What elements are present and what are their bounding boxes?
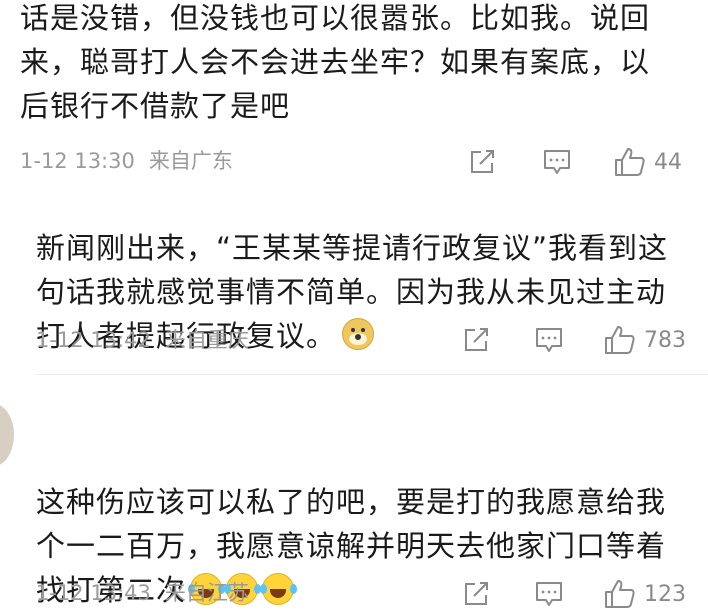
divider [36, 374, 708, 375]
share-button[interactable] [468, 148, 496, 176]
share-button[interactable] [462, 326, 490, 354]
comment-icon [536, 582, 562, 606]
comment-icon [544, 150, 570, 174]
share-button[interactable] [462, 580, 490, 608]
avatar[interactable] [0, 404, 14, 466]
like-button[interactable]: 44 [614, 147, 682, 177]
comment-button[interactable] [534, 580, 564, 608]
comment-feed: 话是没错，但没钱也可以很嚣张。比如我。说回 来，聪哥打人会不会进去坐牢？如果有案… [0, 0, 708, 616]
comment-button[interactable] [534, 326, 564, 354]
comment-meta: 1-12 13:42 来自重庆 [36, 325, 249, 355]
comment-time: 1-12 13:43 [36, 581, 151, 605]
doge-emoji [342, 318, 375, 350]
comment-source: 来自广东 [148, 149, 233, 173]
comment-time: 1-12 13:30 [20, 149, 135, 173]
comment-actions: 783 [462, 322, 686, 358]
laughing-tears-emoji [260, 573, 295, 605]
share-icon [465, 582, 488, 605]
comment-actions: 44 [468, 144, 682, 180]
thumbs-up-icon [615, 148, 645, 176]
comment-icon [536, 328, 562, 352]
comment-meta: 1-12 13:30 来自广东 [20, 146, 233, 176]
thumbs-up-icon [605, 580, 635, 608]
comment-time: 1-12 13:42 [36, 328, 151, 352]
comment-button[interactable] [542, 148, 572, 176]
share-icon [471, 150, 494, 173]
thumbs-up-icon [605, 326, 635, 354]
comment-actions: 123 [462, 576, 686, 612]
comment-meta: 1-12 13:43 来自江苏 [36, 578, 249, 608]
share-icon [465, 328, 488, 351]
like-count: 123 [644, 581, 686, 607]
comment-source: 来自江苏 [164, 581, 249, 605]
comment-source: 来自重庆 [164, 328, 249, 352]
like-button[interactable]: 123 [604, 579, 686, 609]
comment-text: 话是没错，但没钱也可以很嚣张。比如我。说回 来，聪哥打人会不会进去坐牢？如果有案… [20, 1, 651, 123]
like-count: 783 [644, 327, 686, 353]
like-button[interactable]: 783 [604, 325, 686, 355]
like-count: 44 [654, 149, 682, 175]
